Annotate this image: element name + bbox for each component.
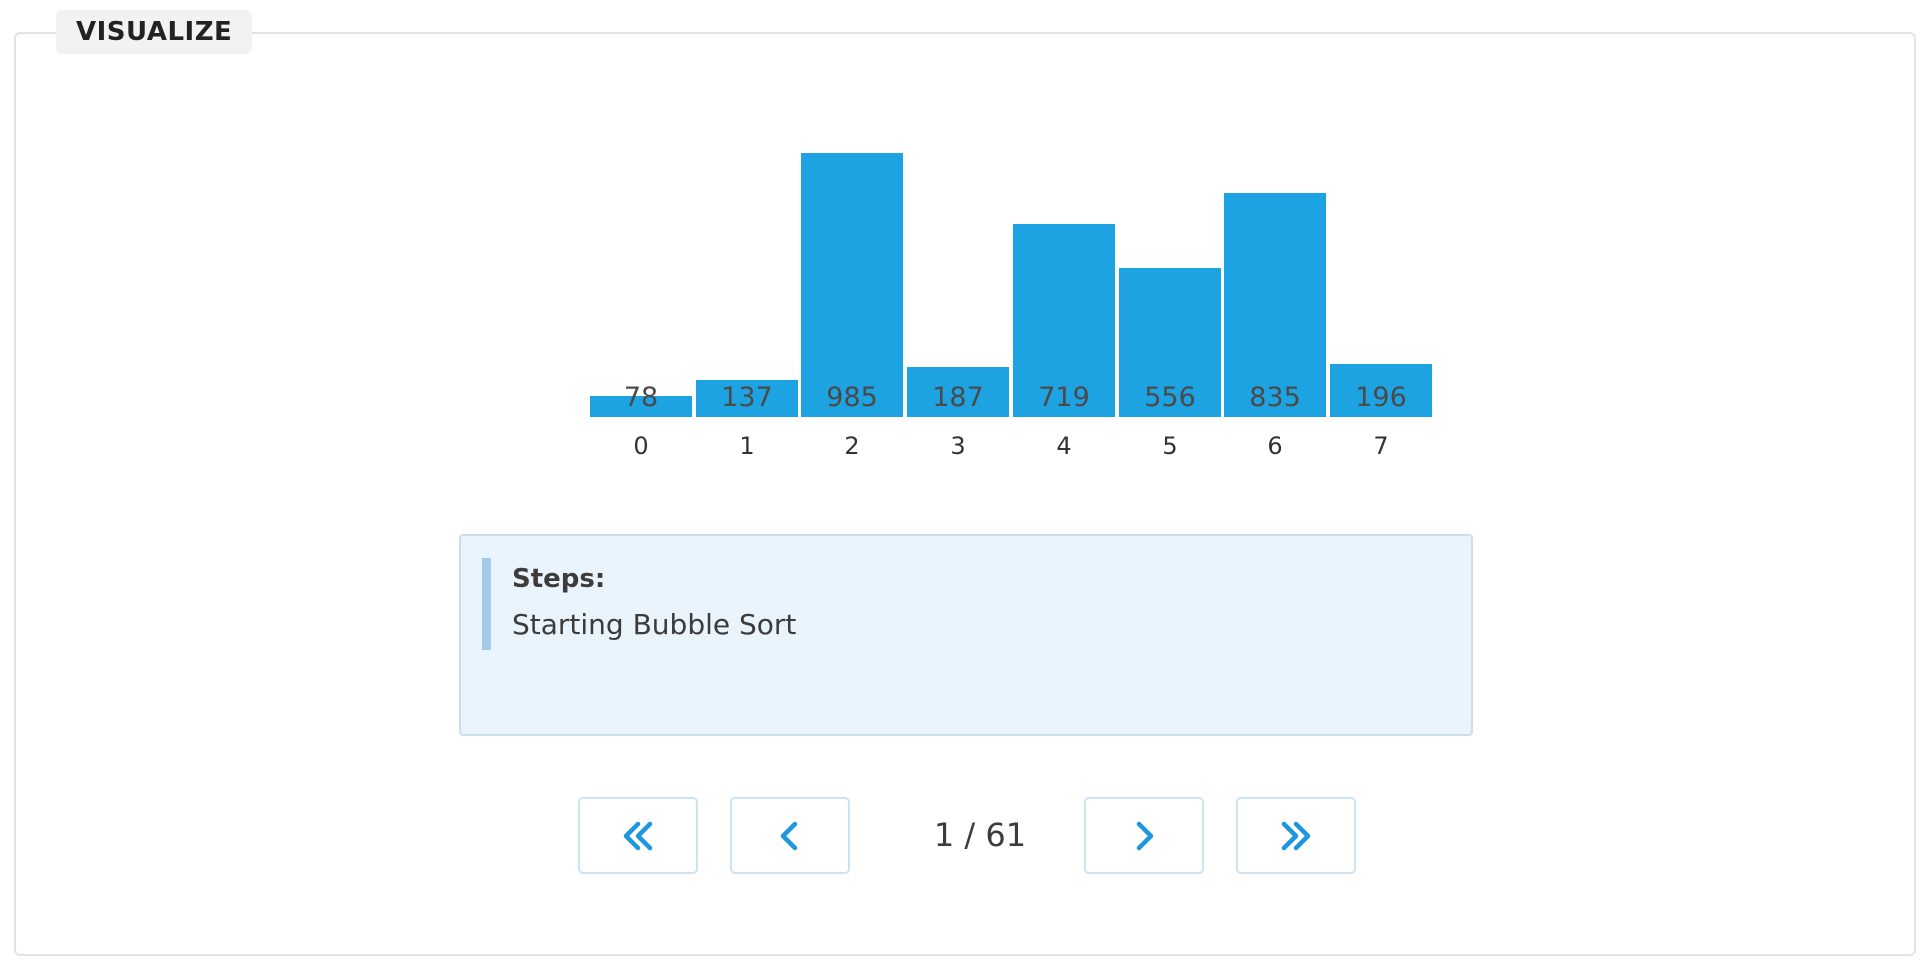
steps-title: Steps:	[512, 564, 606, 594]
double-chevron-left-icon	[623, 821, 653, 850]
double-chevron-right-icon	[1281, 821, 1311, 850]
steps-text: Starting Bubble Sort	[512, 608, 797, 641]
bar-2	[801, 153, 903, 417]
last-step-button[interactable]	[1236, 797, 1356, 874]
bar-index-label: 1	[739, 432, 755, 460]
panel-legend: VISUALIZE	[56, 10, 253, 54]
bar-value-label: 78	[623, 382, 659, 413]
bar-index-label: 7	[1373, 432, 1389, 460]
previous-step-button[interactable]	[730, 797, 850, 874]
chevron-left-icon	[780, 821, 798, 850]
chevron-right-icon	[1136, 821, 1154, 850]
bar-value-label: 137	[721, 382, 773, 413]
step-counter: 1 / 61	[933, 816, 1027, 854]
bar-value-label: 196	[1355, 382, 1407, 413]
bar-index-label: 3	[950, 432, 966, 460]
bar-index-label: 6	[1267, 432, 1283, 460]
bar-value-label: 187	[932, 382, 984, 413]
first-step-button[interactable]	[578, 797, 698, 874]
bar-index-label: 0	[633, 432, 649, 460]
bar-value-label: 985	[826, 382, 878, 413]
next-step-button[interactable]	[1084, 797, 1204, 874]
steps-accent-bar	[482, 558, 491, 650]
bar-value-label: 835	[1249, 382, 1301, 413]
bar-index-label: 2	[844, 432, 860, 460]
bar-value-label: 719	[1038, 382, 1090, 413]
bar-index-label: 5	[1162, 432, 1178, 460]
bar-value-label: 556	[1144, 382, 1196, 413]
bar-index-label: 4	[1056, 432, 1072, 460]
steps-box: Steps: Starting Bubble Sort	[459, 534, 1473, 736]
